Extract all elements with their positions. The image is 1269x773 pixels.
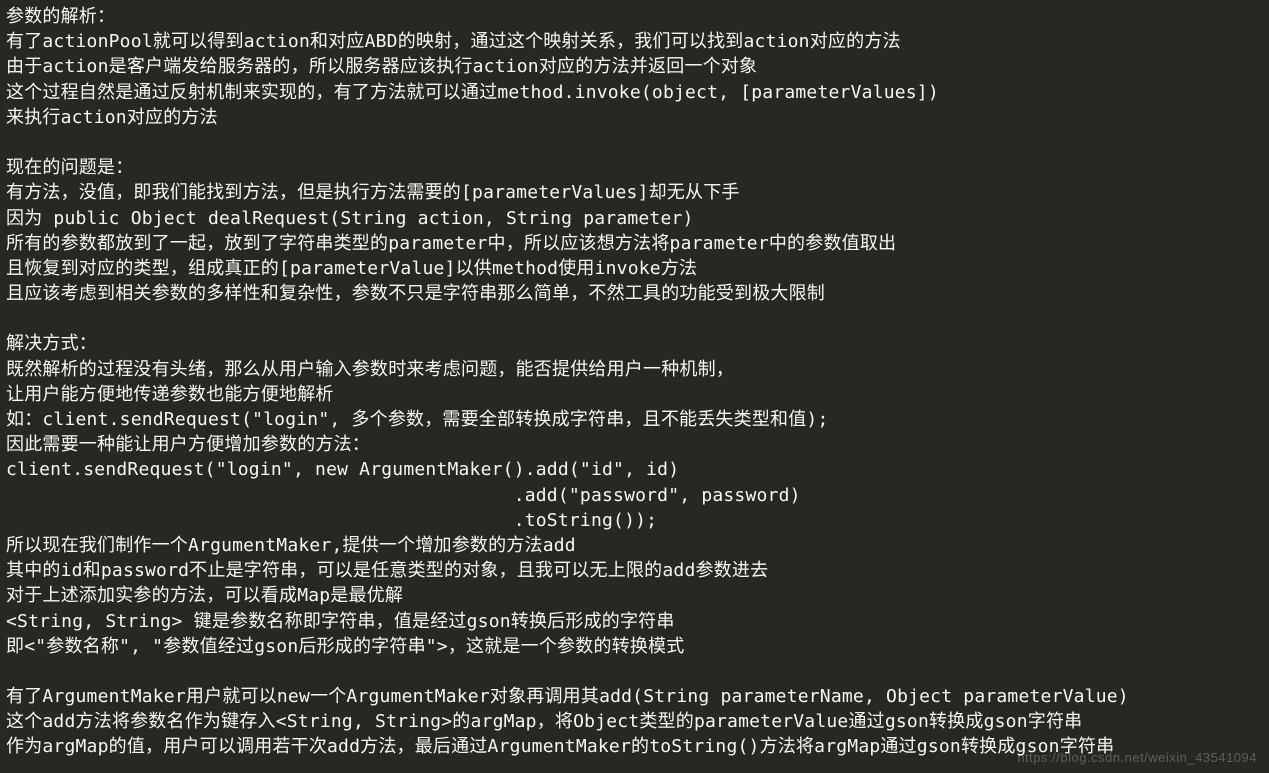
text-line: 参数的解析： [6,4,1263,29]
text-line: 所有的参数都放到了一起，放到了字符串类型的parameter中，所以应该想方法将… [6,231,1263,256]
text-line: 对于上述添加实参的方法，可以看成Map是最优解 [6,583,1263,608]
text-line: 即<"参数名称", "参数值经过gson后形成的字符串">，这就是一个参数的转换… [6,634,1263,659]
text-line: 其中的id和password不止是字符串，可以是任意类型的对象，且我可以无上限的… [6,558,1263,583]
text-line: 因此需要一种能让用户方便增加参数的方法： [6,432,1263,457]
text-line: 由于action是客户端发给服务器的，所以服务器应该执行action对应的方法并… [6,54,1263,79]
text-line: 因为 public Object dealRequest(String acti… [6,206,1263,231]
text-line [6,659,1263,684]
text-line: .add("password", password) [6,483,1263,508]
text-line: 让用户能方便地传递参数也能方便地解析 [6,382,1263,407]
text-line: 且恢复到对应的类型，组成真正的[parameterValue]以供method使… [6,256,1263,281]
text-line: 现在的问题是： [6,155,1263,180]
text-line: 有了ArgumentMaker用户就可以new一个ArgumentMaker对象… [6,684,1263,709]
text-line: 既然解析的过程没有头绪，那么从用户输入参数时来考虑问题，能否提供给用户一种机制， [6,357,1263,382]
text-line [6,130,1263,155]
text-line: 来执行action对应的方法 [6,105,1263,130]
text-line: 这个add方法将参数名作为键存入<String, String>的argMap，… [6,709,1263,734]
text-line: 所以现在我们制作一个ArgumentMaker,提供一个增加参数的方法add [6,533,1263,558]
text-line [6,306,1263,331]
text-line: 如：client.sendRequest("login", 多个参数，需要全部转… [6,407,1263,432]
text-line: 有了actionPool就可以得到action和对应ABD的映射，通过这个映射关… [6,29,1263,54]
text-line: 这个过程自然是通过反射机制来实现的，有了方法就可以通过method.invoke… [6,80,1263,105]
text-line: 有方法，没值，即我们能找到方法，但是执行方法需要的[parameterValue… [6,180,1263,205]
watermark-text: https://blog.csdn.net/weixin_43541094 [1017,749,1257,767]
text-line: client.sendRequest("login", new Argument… [6,457,1263,482]
code-document: 参数的解析：有了actionPool就可以得到action和对应ABD的映射，通… [0,0,1269,764]
text-line: 且应该考虑到相关参数的多样性和复杂性，参数不只是字符串那么简单，不然工具的功能受… [6,281,1263,306]
text-line: <String, String> 键是参数名称即字符串，值是经过gson转换后形… [6,609,1263,634]
text-line: 解决方式： [6,331,1263,356]
text-line: .toString()); [6,508,1263,533]
